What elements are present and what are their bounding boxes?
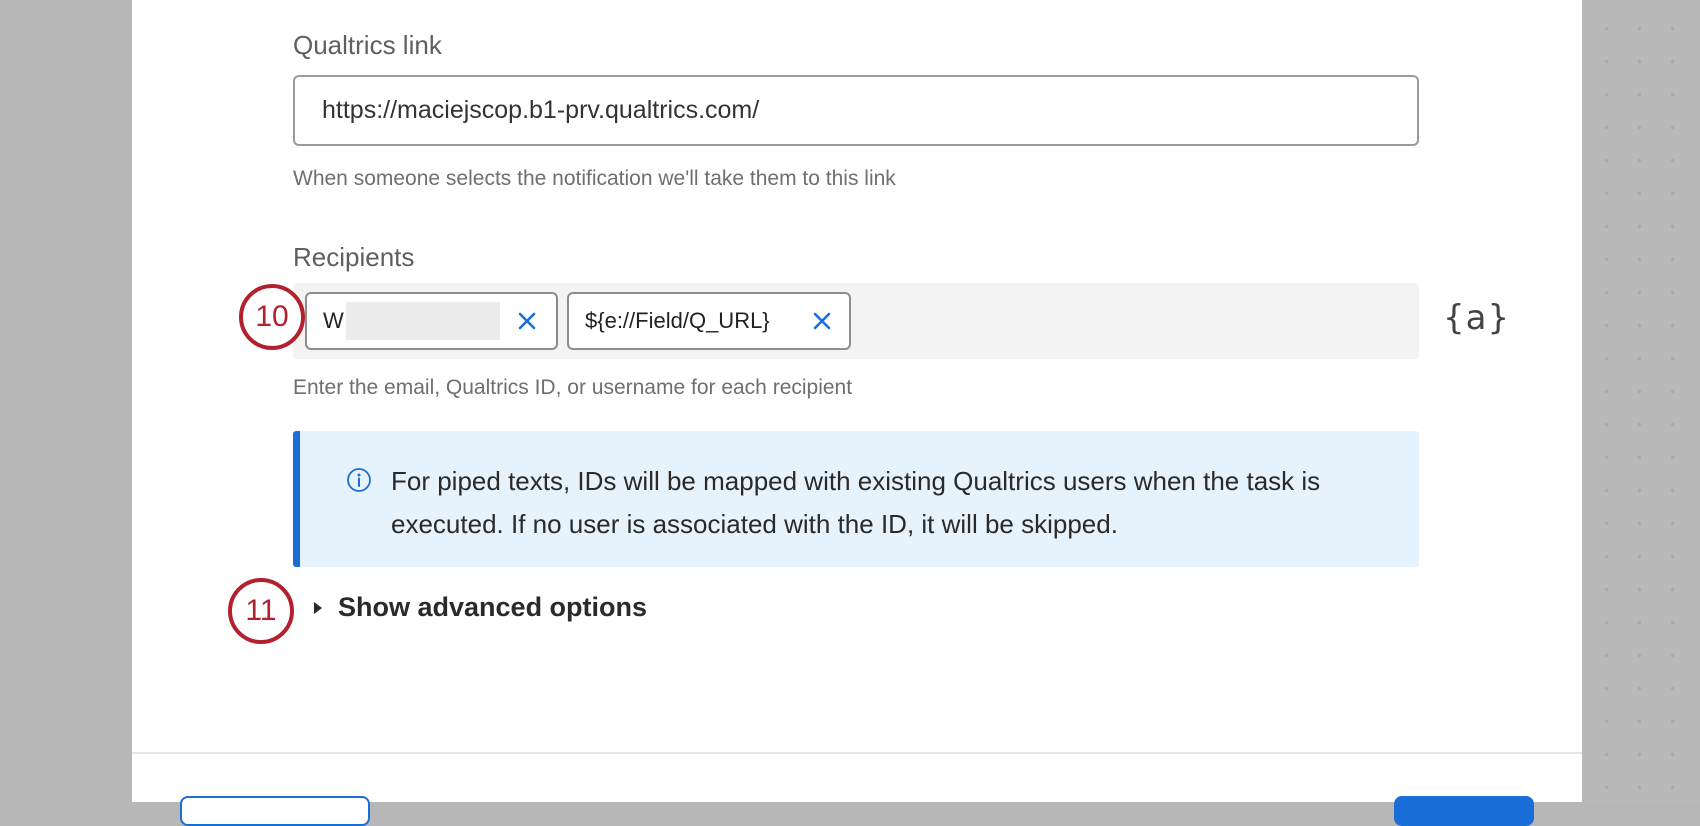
info-icon: [347, 468, 371, 492]
show-advanced-options-label: Show advanced options: [338, 592, 648, 622]
redacted-text: [345, 302, 500, 340]
save-button[interactable]: [1394, 796, 1534, 826]
remove-icon[interactable]: [514, 308, 540, 334]
recipient-chip-text: ${e://Field/Q_URL}: [585, 308, 770, 333]
qualtrics-link-help: When someone selects the notification we…: [293, 167, 896, 190]
notification-task-modal: Qualtrics link When someone selects the …: [132, 0, 1582, 826]
piped-text-button[interactable]: {a}: [1443, 298, 1510, 338]
background-dot-pattern: [1582, 0, 1700, 802]
annotation-marker-10: 10: [239, 284, 305, 350]
recipient-chip[interactable]: W: [305, 292, 558, 350]
recipients-help: Enter the email, Qualtrics ID, or userna…: [293, 376, 853, 399]
info-message-box: For piped texts, IDs will be mapped with…: [293, 431, 1419, 567]
caret-right-icon: [314, 601, 322, 614]
remove-icon[interactable]: [809, 308, 835, 334]
recipients-input[interactable]: W ${e://Field/Q_URL}: [293, 283, 1419, 359]
recipient-chip[interactable]: ${e://Field/Q_URL}: [567, 292, 851, 350]
show-advanced-options-toggle[interactable]: Show advanced options: [312, 592, 647, 623]
recipient-chip-text: W: [323, 308, 344, 333]
qualtrics-link-input[interactable]: [293, 75, 1419, 146]
footer-divider: [132, 752, 1582, 754]
recipients-label: Recipients: [293, 242, 415, 272]
qualtrics-link-label: Qualtrics link: [293, 30, 442, 60]
annotation-marker-11: 11: [228, 578, 294, 644]
cancel-button[interactable]: [180, 796, 370, 826]
info-message-text: For piped texts, IDs will be mapped with…: [391, 466, 1321, 539]
